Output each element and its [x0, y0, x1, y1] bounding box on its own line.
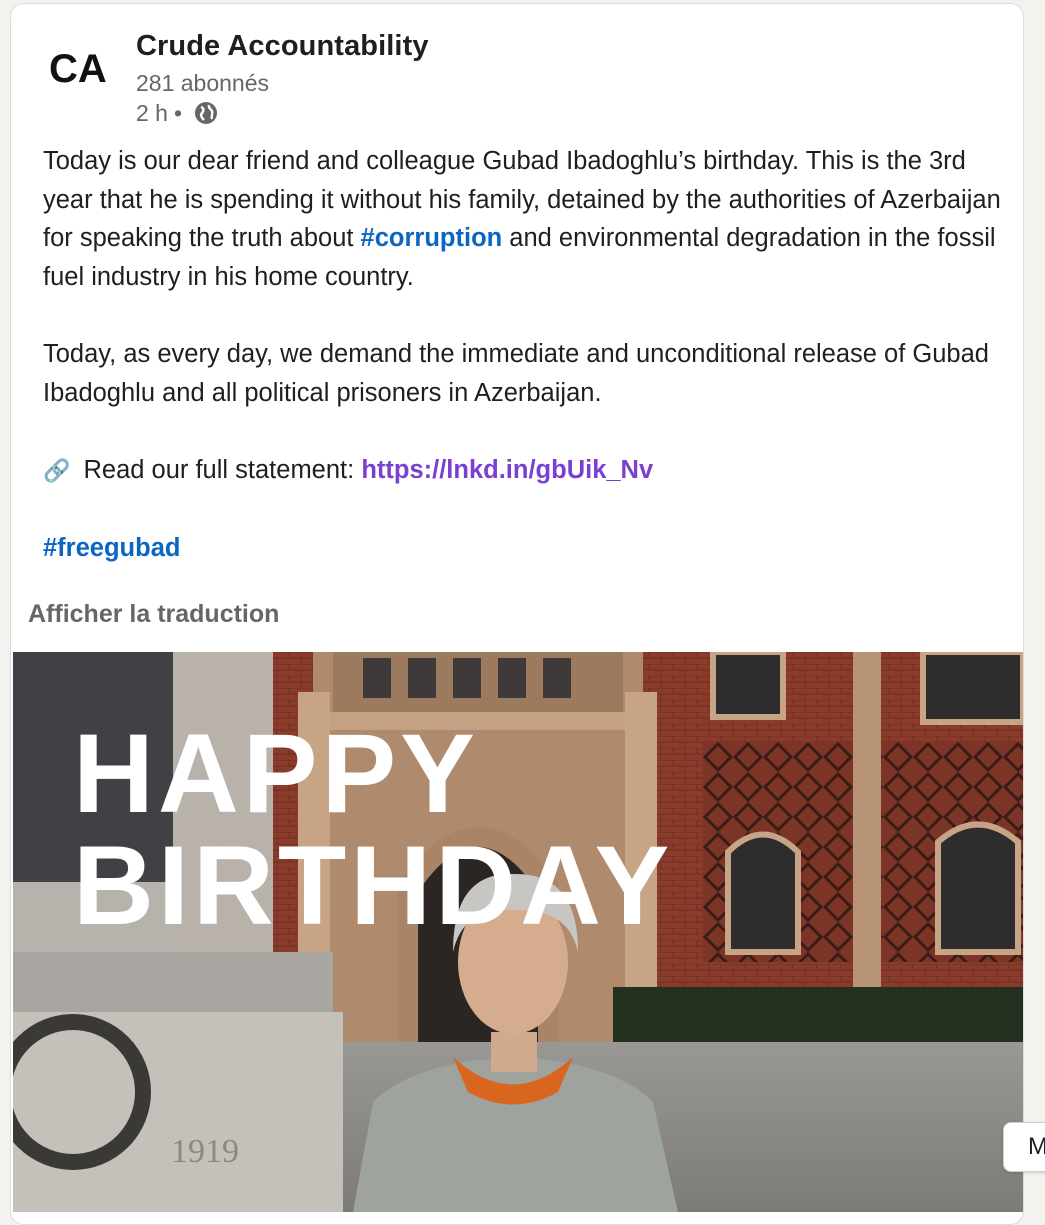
post-text: Today is our dear friend and colleague G…: [43, 142, 1008, 568]
link-icon: 🔗: [43, 457, 71, 483]
post-paragraph: Today, as every day, we demand the immed…: [43, 339, 989, 407]
post-paragraph: 🔗 Read our full statement: https://lnkd.…: [43, 451, 1008, 491]
company-logo[interactable]: CA: [47, 40, 109, 102]
globe-icon: [192, 99, 220, 127]
headline-birthday: BIRTHDAY: [73, 823, 673, 948]
post-paragraph: Today is our dear friend and colleague G…: [43, 142, 1008, 296]
follower-count: 281 abonnés: [136, 70, 270, 96]
post-meta: 2 h •: [136, 99, 220, 127]
hashtag-corruption[interactable]: #corruption: [361, 224, 503, 252]
translate-button[interactable]: Afficher la traduction: [28, 600, 279, 629]
post-card: CA Crude Accountability 281 abonnés 2 h …: [10, 3, 1024, 1225]
monument-year: 1919: [171, 1133, 239, 1170]
post-time: 2 h: [136, 99, 168, 126]
author-name[interactable]: Crude Accountability: [136, 30, 429, 63]
meta-separator: •: [173, 99, 183, 126]
post-image[interactable]: 1919 HAPPY BIRTHDAY: [13, 652, 1023, 1212]
statement-label: Read our full statement:: [76, 455, 362, 484]
side-tab[interactable]: M: [1003, 1122, 1045, 1172]
post-paragraph: #freegubad: [43, 529, 1008, 568]
statement-link[interactable]: https://lnkd.in/gbUik_Nv: [361, 456, 653, 484]
logo-letter-c: CA: [49, 47, 107, 91]
hashtag-freegubad[interactable]: #freegubad: [43, 534, 180, 562]
headline-happy: HAPPY: [73, 711, 479, 836]
